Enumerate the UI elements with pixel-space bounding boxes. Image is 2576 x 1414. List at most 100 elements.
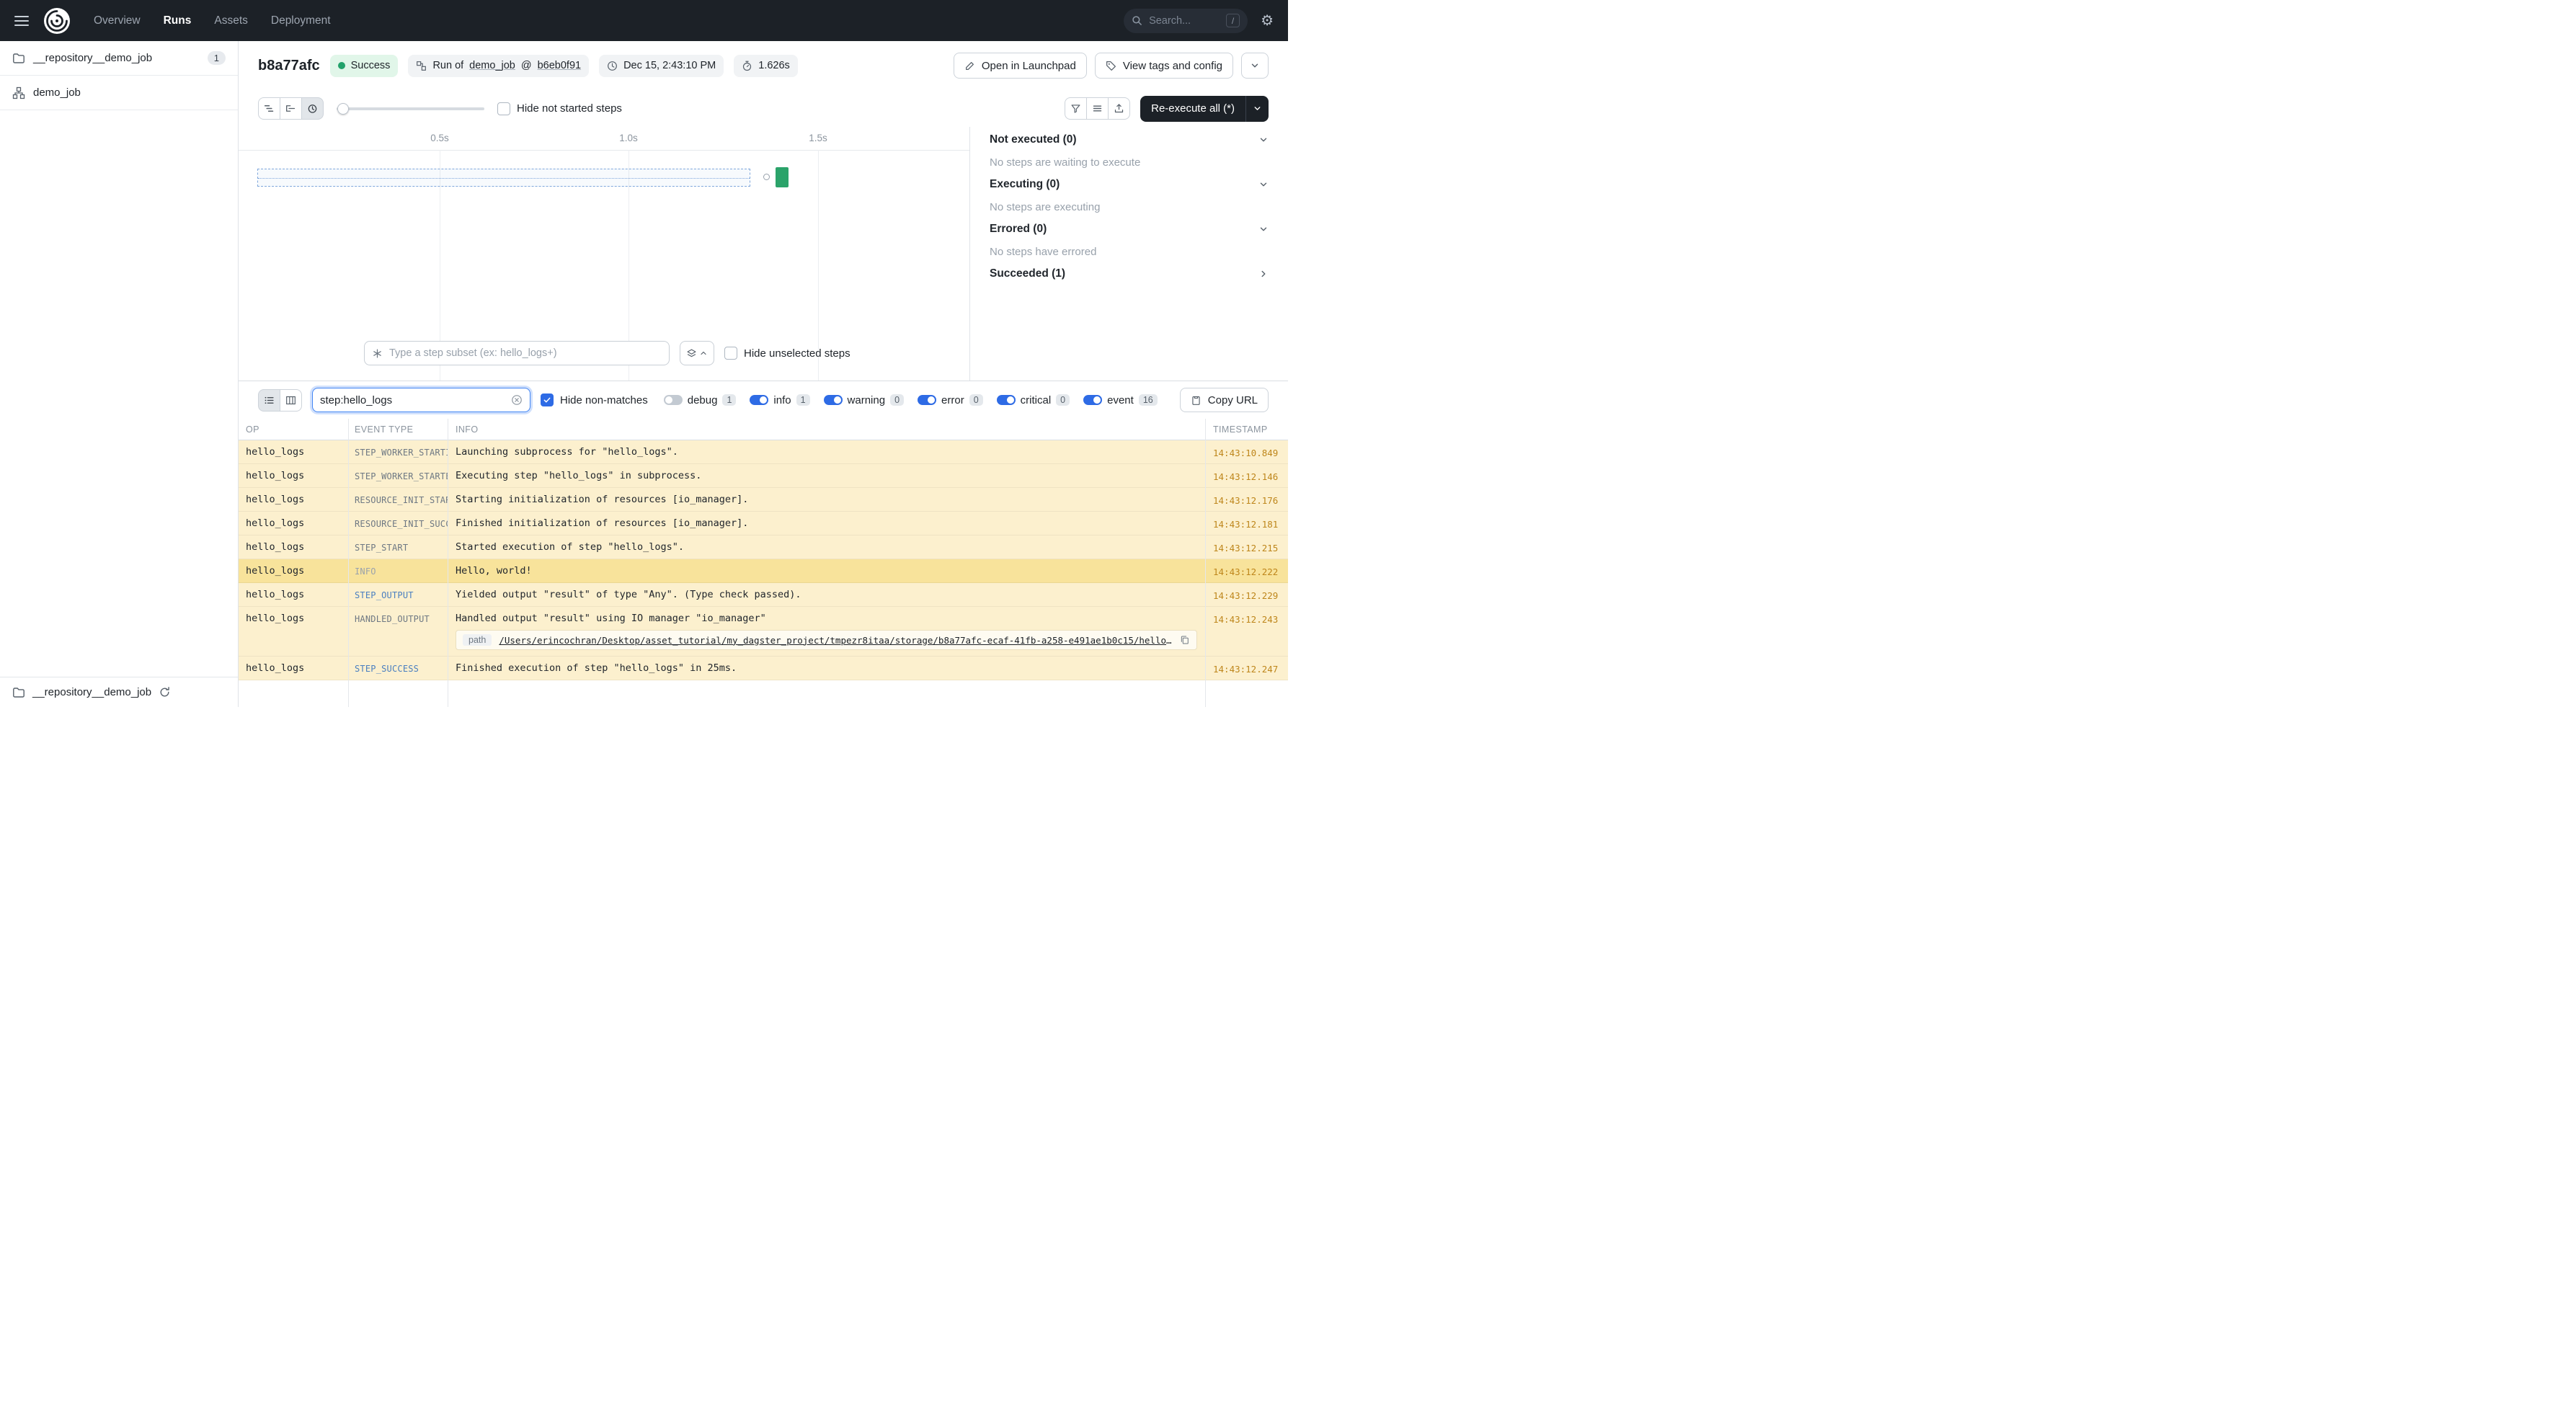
step-subset-input[interactable] <box>389 347 662 359</box>
level-toggle-info[interactable]: info 1 <box>750 394 810 406</box>
sidebar-bottom-repository[interactable]: __repository__demo_job <box>0 677 238 707</box>
section-not-executed[interactable]: Not executed (0) <box>970 128 1288 151</box>
chevron-down-icon <box>1260 227 1267 231</box>
log-event-type: STEP_SUCCESS <box>355 664 419 674</box>
snapshot-link[interactable]: b6eb0f91 <box>538 60 581 71</box>
reexecute-all-button[interactable]: Re-execute all (*) <box>1140 96 1245 122</box>
copy-url-button[interactable]: Copy URL <box>1179 388 1269 412</box>
step-bar-hello-logs[interactable] <box>776 167 789 187</box>
sidebar-item-demo-job[interactable]: demo_job <box>0 76 238 110</box>
left-sidebar: __repository__demo_job 1 demo_job __repo… <box>0 41 239 707</box>
log-timestamp[interactable]: 14:43:12.181 <box>1205 512 1288 530</box>
section-errored[interactable]: Errored (0) <box>970 218 1288 241</box>
level-count-badge: 0 <box>1056 394 1070 406</box>
slider-knob[interactable] <box>337 102 349 115</box>
log-timestamp[interactable]: 14:43:12.229 <box>1205 583 1288 601</box>
log-row[interactable]: hello_logs STEP_WORKER_STARTI… Launching… <box>239 440 1288 464</box>
gantt-view-timed-button[interactable] <box>301 97 324 120</box>
clock-icon <box>608 61 617 71</box>
open-in-launchpad-label: Open in Launchpad <box>981 59 1076 72</box>
hide-unselected-label[interactable]: Hide unselected steps <box>744 347 850 360</box>
level-toggle-debug[interactable]: debug 1 <box>663 394 737 406</box>
clear-filter-button[interactable] <box>511 394 523 406</box>
hide-non-matches-label[interactable]: Hide non-matches <box>560 394 648 406</box>
log-timestamp[interactable]: 14:43:12.222 <box>1205 559 1288 577</box>
log-view-stream-button[interactable] <box>258 388 280 412</box>
nav-item-assets[interactable]: Assets <box>214 14 248 27</box>
sidebar-item-repository[interactable]: __repository__demo_job 1 <box>0 41 238 76</box>
hide-unselected-group: Hide unselected steps <box>724 347 850 360</box>
level-toggle-error[interactable]: error 0 <box>918 394 983 406</box>
log-view-structured-button[interactable] <box>280 388 302 412</box>
log-row[interactable]: hello_logs STEP_START Started execution … <box>239 535 1288 559</box>
stopwatch-icon <box>308 105 317 113</box>
folder-icon <box>13 53 25 63</box>
gantt-view-flat-button[interactable] <box>258 97 280 120</box>
reexecute-dropdown-button[interactable] <box>1245 95 1269 122</box>
log-filter-input[interactable] <box>320 393 505 406</box>
log-timestamp[interactable]: 14:43:12.176 <box>1205 488 1288 506</box>
log-timestamp[interactable]: 14:43:12.247 <box>1205 657 1288 675</box>
job-link[interactable]: demo_job <box>469 60 515 71</box>
dagster-logo-icon <box>44 7 70 34</box>
column-header-op: OP <box>246 424 259 435</box>
log-timestamp[interactable]: 14:43:12.146 <box>1205 464 1288 482</box>
hide-non-matches-checkbox[interactable] <box>541 393 554 406</box>
timer-icon <box>743 61 752 71</box>
graph-query-toggle-button[interactable] <box>680 341 714 365</box>
gantt-view-waterfall-button[interactable] <box>280 97 302 120</box>
log-row[interactable]: hello_logs STEP_WORKER_STARTED Executing… <box>239 464 1288 488</box>
hide-unselected-checkbox[interactable] <box>724 347 737 360</box>
gantt-export-button[interactable] <box>1108 97 1131 120</box>
search-shortcut-kbd: / <box>1226 14 1240 27</box>
gantt-filter-button[interactable] <box>1065 97 1088 120</box>
section-not-executed-body: No steps are waiting to execute <box>990 156 1141 169</box>
nav-item-deployment[interactable]: Deployment <box>271 14 331 27</box>
log-timestamp[interactable]: 14:43:12.243 <box>1205 607 1288 625</box>
gantt-bottom-controls: Hide unselected steps <box>364 341 850 365</box>
gantt-zoom-slider[interactable] <box>337 102 484 115</box>
nav-item-overview[interactable]: Overview <box>94 14 141 27</box>
hide-not-started-label[interactable]: Hide not started steps <box>517 102 622 115</box>
waterfall-view-icon <box>286 105 296 112</box>
level-toggle-critical[interactable]: critical 0 <box>996 394 1070 406</box>
level-count-badge: 0 <box>890 394 905 406</box>
log-row[interactable]: hello_logs RESOURCE_INIT_SUCC… Finished … <box>239 512 1288 535</box>
dagster-logo[interactable] <box>43 7 71 35</box>
section-executing[interactable]: Executing (0) <box>970 173 1288 196</box>
metadata-path-row: path /Users/erincochran/Desktop/asset_tu… <box>456 630 1197 650</box>
log-timestamp[interactable]: 14:43:12.215 <box>1205 535 1288 553</box>
log-panel: Hide non-matches debug 1 info 1 warning … <box>239 381 1288 707</box>
view-tags-config-button[interactable]: View tags and config <box>1094 53 1233 79</box>
run-actions-dropdown-button[interactable] <box>1241 53 1269 79</box>
log-row[interactable]: hello_logs STEP_OUTPUT Yielded output "r… <box>239 583 1288 607</box>
log-row[interactable]: hello_logs STEP_SUCCESS Finished executi… <box>239 657 1288 680</box>
log-row[interactable]: hello_logs RESOURCE_INIT_STAR… Starting … <box>239 488 1288 512</box>
primary-nav: Overview Runs Assets Deployment <box>94 14 331 27</box>
log-timestamp[interactable]: 14:43:10.849 <box>1205 440 1288 458</box>
hamburger-menu-button[interactable] <box>14 15 29 27</box>
level-count-badge: 1 <box>722 394 737 406</box>
section-title: Errored (0) <box>990 223 1047 235</box>
toggle-switch-icon <box>750 395 769 405</box>
settings-gear-button[interactable]: ⚙ <box>1261 14 1274 28</box>
global-search-input[interactable]: Search... / <box>1124 8 1248 33</box>
log-row[interactable]: hello_logs INFO Hello, world! 14:43:12.2… <box>239 559 1288 583</box>
level-toggle-event[interactable]: event 16 <box>1083 394 1158 406</box>
level-label: event <box>1107 393 1134 406</box>
gantt-rows-button[interactable] <box>1086 97 1109 120</box>
section-succeeded[interactable]: Succeeded (1) <box>970 262 1288 285</box>
reload-repository-button[interactable] <box>159 686 171 698</box>
open-in-launchpad-button[interactable]: Open in Launchpad <box>953 53 1087 79</box>
nav-item-runs[interactable]: Runs <box>164 14 192 27</box>
log-row[interactable]: hello_logs HANDLED_OUTPUT Handled output… <box>239 607 1288 657</box>
log-toolbar: Hide non-matches debug 1 info 1 warning … <box>239 381 1288 419</box>
flat-view-icon <box>264 105 274 112</box>
hide-non-matches-group: Hide non-matches <box>541 393 648 406</box>
hide-not-started-checkbox[interactable] <box>497 102 510 115</box>
output-path-link[interactable]: /Users/erincochran/Desktop/asset_tutoria… <box>499 635 1173 646</box>
level-toggle-warning[interactable]: warning 0 <box>823 394 905 406</box>
step-waiting-region[interactable] <box>257 169 750 187</box>
copy-path-button[interactable] <box>1180 635 1190 645</box>
log-info: Finished initialization of resources [io… <box>456 517 749 529</box>
